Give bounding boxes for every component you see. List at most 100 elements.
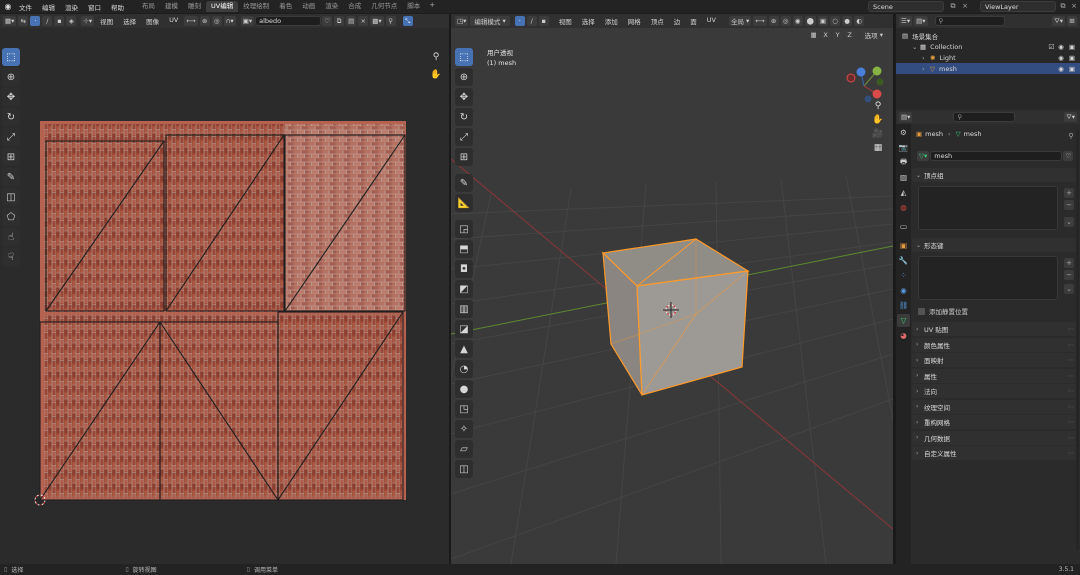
panel-collapsed[interactable]: › 重构网格 ⋯ bbox=[912, 415, 1078, 429]
menu-item[interactable]: 顶点 bbox=[646, 16, 669, 26]
mirror-axis-button[interactable]: Y bbox=[832, 30, 843, 40]
properties-options-icon[interactable]: ⛛▾ bbox=[1064, 112, 1077, 122]
shading-solid-icon[interactable]: ● bbox=[842, 16, 853, 26]
panel-collapsed[interactable]: › 属性 ⋯ bbox=[912, 368, 1078, 383]
move-tool[interactable]: ✥ bbox=[455, 88, 473, 106]
snap-button[interactable]: ⊛ bbox=[768, 16, 779, 26]
shrink-tool[interactable]: ✧ bbox=[455, 420, 473, 438]
chevron-down-icon[interactable]: ⌄ bbox=[1064, 217, 1074, 227]
chevron-right-icon[interactable]: › bbox=[922, 65, 930, 73]
panel-collapsed[interactable]: › 自定义属性 ⋯ bbox=[912, 446, 1078, 460]
outliner-scene-collection[interactable]: ▤ 场景集合 bbox=[896, 30, 1080, 41]
editor-type-button[interactable]: ◳▾ bbox=[455, 16, 469, 26]
mirror-axis-button[interactable]: Z bbox=[844, 30, 855, 40]
add-icon[interactable]: + bbox=[1064, 258, 1074, 268]
uv-editor[interactable]: ▦▾ ⇆ · / ▪ ◈ ⊹▾ 视图 选择 图像 UV ⟷ ⊛ ◎ ∩▾ ▣▾ alb… bbox=[0, 14, 449, 564]
scene-tab-icon[interactable]: ◭ bbox=[897, 186, 910, 199]
panel-collapsed[interactable]: › 法向 ⋯ bbox=[912, 384, 1078, 398]
transform-tool[interactable]: ⊞ bbox=[455, 148, 473, 166]
shading-material-icon[interactable]: ◐ bbox=[854, 16, 865, 26]
physics-tab-icon[interactable]: ◉ bbox=[897, 284, 910, 297]
viewport-canvas[interactable] bbox=[451, 14, 893, 564]
inset-tool[interactable]: ◘ bbox=[455, 260, 473, 278]
camera-icon[interactable]: ▣ bbox=[1069, 65, 1075, 73]
workspace-tab[interactable]: 纹理绘制 bbox=[238, 1, 274, 12]
shear-tool[interactable]: ▱ bbox=[455, 440, 473, 458]
rip-region-tool[interactable]: ◫ bbox=[455, 460, 473, 478]
select-box-tool[interactable]: ⬚ bbox=[455, 48, 473, 66]
pivot-button[interactable]: ⟷ bbox=[753, 16, 767, 26]
workspace-tab[interactable]: 雕刻 bbox=[183, 1, 206, 12]
menu-item[interactable]: 选择 bbox=[577, 16, 600, 26]
camera-icon[interactable]: ▣ bbox=[1069, 54, 1075, 62]
visibility-icon[interactable]: ◉ bbox=[792, 16, 803, 26]
panel-collapsed[interactable]: › UV 贴图 ⋯ bbox=[912, 322, 1078, 336]
particles-tab-icon[interactable]: ⁘ bbox=[897, 269, 910, 282]
menu-item[interactable]: 渲染 bbox=[60, 2, 83, 12]
smooth-tool[interactable]: ● bbox=[455, 380, 473, 398]
drag-handle-icon[interactable]: ⋯ bbox=[1068, 356, 1075, 364]
drag-handle-icon[interactable]: ⋯ bbox=[1068, 434, 1075, 442]
menu-item[interactable]: 视图 bbox=[554, 16, 577, 26]
blender-logo-icon[interactable]: ◉ bbox=[2, 1, 14, 13]
proportional-button[interactable]: ◎ bbox=[780, 16, 791, 26]
workspace-tab[interactable]: 几何节点 bbox=[366, 1, 402, 12]
edge-slide-tool[interactable]: ◳ bbox=[455, 400, 473, 418]
render-tab-icon[interactable]: 📷 bbox=[897, 141, 910, 154]
measure-tool[interactable]: 📐 bbox=[455, 194, 473, 212]
drag-handle-icon[interactable]: ⋯ bbox=[1068, 387, 1075, 395]
outliner-collection[interactable]: ⌄ ▦ Collection ☑ ◉ ▣ bbox=[896, 41, 1080, 52]
drag-handle-icon[interactable]: ⋯ bbox=[1068, 341, 1075, 349]
bevel-tool[interactable]: ◩ bbox=[455, 280, 473, 298]
constraints-tab-icon[interactable]: ⛓ bbox=[897, 299, 910, 312]
collection-tab-icon[interactable]: ▭ bbox=[897, 220, 910, 233]
uv-canvas[interactable] bbox=[0, 14, 449, 564]
workspace-tab[interactable]: 动画 bbox=[297, 1, 320, 12]
workspace-tab[interactable]: 着色 bbox=[274, 1, 297, 12]
vertex-group-list[interactable] bbox=[918, 186, 1058, 230]
rotate-tool[interactable]: ↻ bbox=[455, 108, 473, 126]
edge-select-button[interactable]: / bbox=[526, 16, 537, 26]
loop-cut-tool[interactable]: ▥ bbox=[455, 300, 473, 318]
drag-handle-icon[interactable]: ⋯ bbox=[1068, 325, 1075, 333]
workspace-tab[interactable]: 渲染 bbox=[320, 1, 343, 12]
add-cube-tool[interactable]: ◲ bbox=[455, 220, 473, 238]
outliner-mesh[interactable]: › ▽ mesh ◉ ▣ bbox=[896, 63, 1080, 74]
tool-tab-icon[interactable]: ⚙ bbox=[897, 126, 910, 139]
copy-icon[interactable]: ⧉ bbox=[1058, 1, 1068, 11]
menu-item[interactable]: 编辑 bbox=[37, 2, 60, 12]
chevron-right-icon[interactable]: ⌄ bbox=[912, 43, 920, 51]
add-icon[interactable]: + bbox=[1064, 188, 1074, 198]
close-icon[interactable]: × bbox=[960, 1, 970, 11]
menu-item[interactable]: 添加 bbox=[600, 16, 623, 26]
vertex-select-button[interactable]: · bbox=[514, 16, 525, 26]
object-tab-icon[interactable]: ▣ bbox=[897, 239, 910, 252]
drag-handle-icon[interactable]: ⋯ bbox=[1068, 372, 1075, 380]
extrude-tool[interactable]: ⬒ bbox=[455, 240, 473, 258]
editor-type-button[interactable]: ▤▾ bbox=[899, 112, 913, 122]
panel-collapsed[interactable]: › 面映射 ⋯ bbox=[912, 353, 1078, 367]
annotate-tool[interactable]: ✎ bbox=[455, 174, 473, 192]
menu-item[interactable]: 网格 bbox=[623, 16, 646, 26]
mirror-axis-button[interactable]: X bbox=[820, 30, 831, 40]
menu-item[interactable]: 文件 bbox=[14, 2, 37, 12]
add-workspace-button[interactable]: + bbox=[425, 1, 439, 12]
panel-shape-keys[interactable]: ⌄ 形态键 bbox=[912, 238, 1078, 252]
spin-tool[interactable]: ◔ bbox=[455, 360, 473, 378]
fake-user-icon[interactable]: ♡ bbox=[1063, 151, 1074, 161]
options-button[interactable]: 选项 ▾ bbox=[861, 30, 886, 40]
view-layer-tab-icon[interactable]: ▨ bbox=[897, 171, 910, 184]
zoom-icon[interactable]: ⚲ bbox=[871, 99, 885, 113]
knife-tool[interactable]: ◪ bbox=[455, 320, 473, 338]
world-tab-icon[interactable]: ◍ bbox=[897, 201, 910, 214]
cursor-tool[interactable]: ⊕ bbox=[455, 68, 473, 86]
mesh-edit-options-icon[interactable]: ▦ bbox=[808, 30, 819, 40]
scale-tool[interactable]: ⤢ bbox=[455, 128, 473, 146]
display-mode-button[interactable]: ▤▾ bbox=[914, 16, 928, 26]
remove-icon[interactable]: − bbox=[1064, 200, 1074, 210]
overlay-icon[interactable]: ⬤ bbox=[804, 16, 816, 26]
camera-icon[interactable]: 🎥 bbox=[871, 127, 885, 141]
shape-key-list[interactable] bbox=[918, 256, 1058, 300]
exclude-checkbox[interactable]: ☑ bbox=[1048, 43, 1054, 51]
eye-icon[interactable]: ◉ bbox=[1058, 43, 1064, 51]
